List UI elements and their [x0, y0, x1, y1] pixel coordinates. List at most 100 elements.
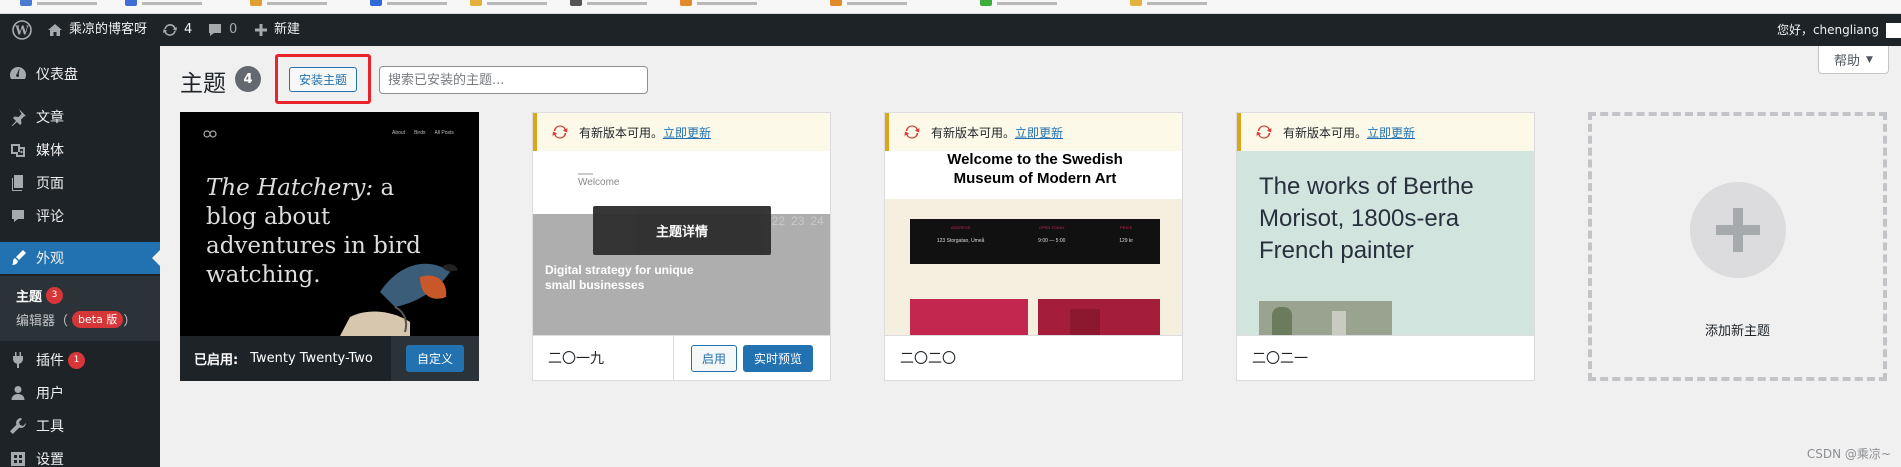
- chevron-down-icon: ▼: [1866, 54, 1873, 65]
- help-tab-button[interactable]: 帮助 ▼: [1818, 46, 1889, 74]
- sidebar-item-label: 评论: [36, 209, 64, 225]
- notice-text: 有新版本可用。: [931, 125, 1016, 140]
- sidebar-item-label: 仪表盘: [36, 67, 78, 83]
- update-count-badge: 3: [46, 287, 64, 304]
- sidebar-item-users[interactable]: 用户: [0, 377, 160, 409]
- updates-count: 4: [184, 22, 193, 37]
- theme-card-twenty-nineteen[interactable]: 有新版本可用。立即更新 Welcome 1516222324 Digital s…: [532, 112, 831, 381]
- beta-badge: beta 版: [72, 311, 124, 328]
- preview-info-label: PRICE: [1120, 225, 1133, 230]
- sidebar-item-dashboard[interactable]: 仪表盘: [0, 58, 160, 90]
- activate-button[interactable]: 启用: [691, 345, 738, 372]
- admin-bar: W 乘凉的博客呀 4 0 新建 您好，chengliang: [0, 14, 1901, 46]
- bookmark-item[interactable]: [125, 0, 202, 6]
- bookmark-item[interactable]: [1130, 0, 1207, 6]
- update-icon: [552, 125, 568, 139]
- sidebar-item-plugins[interactable]: 插件 1: [0, 344, 160, 376]
- sidebar-item-label: 插件: [36, 353, 64, 369]
- sidebar-item-label: 用户: [36, 386, 64, 402]
- preview-heading: The Hatchery: a blog about adventures in…: [206, 174, 436, 290]
- theme-card-active[interactable]: About Birds All Posts The Hatchery: a bl…: [180, 112, 479, 381]
- sidebar-item-label: 媒体: [36, 143, 64, 159]
- update-now-link[interactable]: 立即更新: [1367, 126, 1415, 140]
- brush-icon: [0, 249, 36, 267]
- plugin-icon: [0, 351, 36, 369]
- theme-screenshot: Welcome to the Swedish Museum of Modern …: [885, 151, 1182, 337]
- preview-heading: Welcome to the Swedish Museum of Modern …: [947, 151, 1123, 187]
- bookmark-item[interactable]: [470, 0, 547, 6]
- sidebar-item-tools[interactable]: 工具: [0, 410, 160, 442]
- active-prefix: 已启用:: [194, 353, 239, 368]
- update-icon: [1256, 125, 1272, 139]
- submenu-item-editor[interactable]: 编辑器 （beta 版）: [16, 310, 136, 329]
- preview-nav-item: All Posts: [434, 130, 454, 136]
- update-notice: 有新版本可用。立即更新: [1237, 113, 1534, 151]
- sidebar-item-settings[interactable]: 设置: [0, 443, 160, 467]
- dashboard-icon: [0, 65, 36, 83]
- site-name-link[interactable]: 乘凉的博客呀: [47, 14, 147, 46]
- theme-name: 二〇一九: [548, 351, 604, 367]
- sidebar-item-label: 页面: [36, 176, 64, 192]
- theme-card-footer: 二〇二一: [1237, 335, 1534, 380]
- sidebar-item-media[interactable]: 媒体: [0, 134, 160, 166]
- new-label: 新建: [274, 22, 301, 37]
- theme-card-twenty-twenty[interactable]: 有新版本可用。立即更新 Welcome to the Swedish Museu…: [884, 112, 1183, 381]
- preview-nav-item: About: [392, 130, 406, 136]
- update-notice: 有新版本可用。立即更新: [885, 113, 1182, 151]
- comments-link[interactable]: 0: [207, 14, 237, 46]
- sidebar-item-label: 工具: [36, 419, 64, 435]
- bookmark-item[interactable]: [830, 0, 907, 6]
- preview-heading: The works of Berthe Morisot, 1800s-era F…: [1259, 173, 1474, 264]
- admin-sidebar: 仪表盘 文章 媒体 页面 评论 外观 主题 3 编辑器 （beta 版） 插件 …: [0, 46, 160, 467]
- preview-info-value: 9:00 — 5:00: [1038, 238, 1066, 244]
- bookmark-item[interactable]: [980, 0, 1057, 6]
- sidebar-item-comments[interactable]: 评论: [0, 200, 160, 232]
- bookmark-item[interactable]: [20, 0, 97, 6]
- update-now-link[interactable]: 立即更新: [1015, 126, 1063, 140]
- install-theme-button[interactable]: 安装主题: [289, 67, 357, 92]
- add-new-theme-card[interactable]: 添加新主题: [1588, 112, 1887, 381]
- update-now-link[interactable]: 立即更新: [663, 126, 711, 140]
- avatar[interactable]: [1886, 23, 1901, 38]
- customize-area: 自定义: [391, 336, 479, 381]
- theme-search-input[interactable]: [379, 66, 648, 94]
- site-name: 乘凉的博客呀: [69, 22, 148, 37]
- new-content-link[interactable]: 新建: [254, 14, 300, 46]
- sidebar-item-posts[interactable]: 文章: [0, 101, 160, 133]
- preview-info-label: ADDRESS: [950, 225, 971, 230]
- submenu-item-themes[interactable]: 主题 3: [16, 286, 64, 305]
- sidebar-item-pages[interactable]: 页面: [0, 167, 160, 199]
- submenu-label: 编辑器: [16, 314, 56, 329]
- updates-link[interactable]: 4: [162, 14, 192, 46]
- bookmark-item[interactable]: [370, 0, 447, 6]
- preview-number: 22: [771, 214, 786, 228]
- bookmark-item[interactable]: [570, 0, 647, 6]
- greeting: 您好，chengliang: [1776, 23, 1879, 37]
- updates-icon: [163, 23, 177, 36]
- theme-card-footer: 已启用: Twenty Twenty-Two 自定义: [180, 336, 479, 381]
- preview-info-label: OPEN TODAY: [1038, 225, 1065, 230]
- preview-info-value: 123 Storgatan, Umeå: [936, 238, 985, 244]
- notice-text: 有新版本可用。: [1283, 125, 1368, 140]
- wordpress-logo-icon[interactable]: W: [12, 14, 32, 46]
- theme-details-button[interactable]: 主题详情: [593, 206, 771, 255]
- bookmark-item[interactable]: [680, 0, 757, 6]
- theme-count-badge: 4: [235, 66, 261, 92]
- comment-icon: [209, 24, 221, 36]
- submenu-label: 主题: [16, 290, 43, 305]
- page-title: 主题: [180, 71, 226, 97]
- theme-name: 二〇二〇: [900, 351, 956, 367]
- sidebar-item-label: 外观: [36, 251, 64, 267]
- preview-number: 23: [791, 214, 805, 228]
- active-indicator: [152, 250, 160, 266]
- theme-card-twenty-twenty-one[interactable]: 有新版本可用。立即更新 The works of Berthe Morisot,…: [1236, 112, 1535, 381]
- live-preview-button[interactable]: 实时预览: [743, 345, 814, 372]
- customize-button[interactable]: 自定义: [405, 345, 464, 372]
- pin-icon: [0, 108, 36, 126]
- sidebar-item-appearance[interactable]: 外观: [0, 242, 160, 274]
- theme-screenshot: About Birds All Posts The Hatchery: a bl…: [180, 112, 479, 336]
- bookmark-item[interactable]: [250, 0, 327, 6]
- account-menu[interactable]: 您好，chengliang: [1777, 14, 1879, 46]
- comment-icon: [0, 207, 36, 225]
- page-icon: [0, 174, 36, 192]
